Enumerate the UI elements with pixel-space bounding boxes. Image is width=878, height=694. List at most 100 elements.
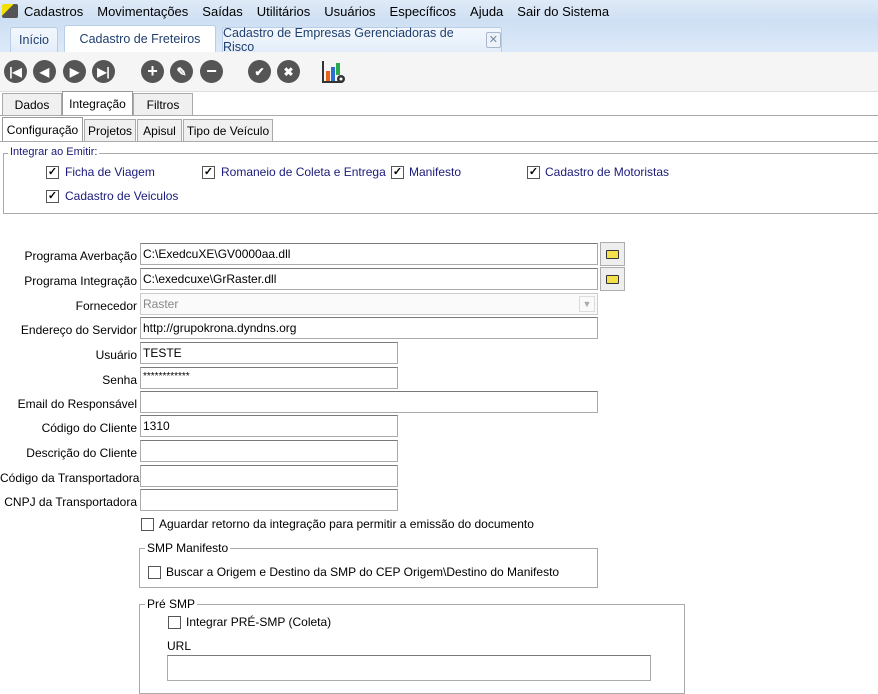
app-logo-icon <box>2 4 18 18</box>
codigo-cliente-label: Código do Cliente <box>41 421 137 435</box>
menu-usuarios[interactable]: Usuários <box>324 4 375 19</box>
chevron-down-icon[interactable]: ▼ <box>579 296 595 312</box>
descricao-cliente-label: Descrição do Cliente <box>26 446 137 460</box>
first-record-button[interactable]: |◀ <box>4 60 27 83</box>
email-label: Email do Responsável <box>17 397 137 411</box>
browse-averbacao-button[interactable] <box>600 242 625 266</box>
tab-inicio[interactable]: Início <box>10 27 58 52</box>
menu-especificos[interactable]: Específicos <box>390 4 456 19</box>
browse-integracao-button[interactable] <box>600 267 625 291</box>
menu-cadastros[interactable]: Cadastros <box>24 4 83 19</box>
check-icon: ✔ <box>254 64 265 79</box>
menu-sair[interactable]: Sair do Sistema <box>517 4 609 19</box>
menu-movimentacoes[interactable]: Movimentações <box>97 4 188 19</box>
plus-icon: + <box>147 61 158 81</box>
checkbox-label: Manifesto <box>409 165 462 179</box>
checkbox-label: Ficha de Viagem <box>65 165 155 179</box>
averbacao-label: Programa Averbação <box>24 249 137 263</box>
senha-input[interactable]: ************ <box>140 367 398 389</box>
menu-bar: Cadastros Movimentações Saídas Utilitári… <box>0 0 878 22</box>
tab-label: Início <box>19 33 49 47</box>
tab-integracao[interactable]: Integração <box>62 91 133 115</box>
tab-label: Configuração <box>6 122 79 137</box>
tab-cadastro-empresas[interactable]: Cadastro de Empresas Gerenciadoras de Ri… <box>222 26 502 54</box>
edit-button[interactable]: ✎ <box>170 60 193 83</box>
minus-icon: − <box>206 61 217 81</box>
email-input[interactable] <box>140 391 598 413</box>
tab-label: Cadastro de Freteiros <box>79 32 201 46</box>
integrar-ao-emitir-group <box>3 153 878 214</box>
descricao-cliente-input[interactable] <box>140 440 398 462</box>
ficha-viagem-checkbox[interactable]: ✓ <box>46 166 59 179</box>
url-input[interactable] <box>167 655 651 681</box>
confirm-button[interactable]: ✔ <box>248 60 271 83</box>
folder-icon <box>606 249 619 259</box>
remove-button[interactable]: − <box>200 60 223 83</box>
tab-dados[interactable]: Dados <box>2 93 62 115</box>
menu-saidas[interactable]: Saídas <box>202 4 242 19</box>
tab-projetos[interactable]: Projetos <box>84 119 136 141</box>
checkbox-label: Romaneio de Coleta e Entrega <box>221 165 386 179</box>
group-title: SMP Manifesto <box>145 541 231 555</box>
manifesto-checkbox[interactable]: ✓ <box>391 166 404 179</box>
prev-icon: ◀ <box>39 64 50 79</box>
senha-label: Senha <box>102 373 137 387</box>
codigo-cliente-input[interactable]: 1310 <box>140 415 398 437</box>
close-tab-icon[interactable]: ✕ <box>485 32 501 48</box>
codigo-transportadora-input[interactable] <box>140 465 398 487</box>
usuario-input[interactable]: TESTE <box>140 342 398 364</box>
menu-ajuda[interactable]: Ajuda <box>470 4 503 19</box>
cnpj-transportadora-label: CNPJ da Transportadora <box>4 495 137 509</box>
integrar-pre-smp-checkbox[interactable] <box>168 616 181 629</box>
integracao-label: Programa Integração <box>24 274 137 288</box>
integracao-input[interactable]: C:\exedcuxe\GrRaster.dll <box>140 268 598 290</box>
tab-label: Cadastro de Empresas Gerenciadoras de Ri… <box>223 26 454 54</box>
servidor-input[interactable]: http://grupokrona.dyndns.org <box>140 317 598 339</box>
cnpj-transportadora-input[interactable] <box>140 489 398 511</box>
folder-icon <box>606 274 619 284</box>
tab-cadastro-freteiros[interactable]: Cadastro de Freteiros <box>64 25 216 52</box>
prev-record-button[interactable]: ◀ <box>33 60 56 83</box>
menu-utilitarios[interactable]: Utilitários <box>257 4 310 19</box>
last-icon: ▶| <box>97 64 110 79</box>
tab-filtros[interactable]: Filtros <box>133 93 193 115</box>
chart-gear-icon <box>322 61 345 83</box>
document-tabs: Início Cadastro de Freteiros Cadastro de… <box>0 22 878 54</box>
tab-label: Apisul <box>143 123 176 138</box>
toolbar: |◀ ◀ ▶ ▶| + ✎ − ✔ ✖ <box>0 52 878 92</box>
report-button[interactable] <box>322 60 346 84</box>
x-icon: ✖ <box>283 64 294 79</box>
checkbox-label: Aguardar retorno da integração para perm… <box>159 517 534 531</box>
aguardar-retorno-checkbox[interactable] <box>141 518 154 531</box>
first-icon: |◀ <box>9 64 22 79</box>
add-button[interactable]: + <box>141 60 164 83</box>
cancel-button[interactable]: ✖ <box>277 60 300 83</box>
checkbox-label: Buscar a Origem e Destino da SMP do CEP … <box>166 565 560 579</box>
checkbox-label: Cadastro de Veiculos <box>65 189 179 203</box>
tab-apisul[interactable]: Apisul <box>137 119 182 141</box>
checkbox-label: Integrar PRÉ-SMP (Coleta) <box>186 615 332 629</box>
codigo-transportadora-label: Código da Transportadora <box>0 471 140 485</box>
fornecedor-select[interactable]: Raster ▼ <box>140 293 598 315</box>
last-record-button[interactable]: ▶| <box>92 60 115 83</box>
url-label: URL <box>167 639 192 653</box>
tab-label: Filtros <box>146 97 180 112</box>
fornecedor-value: Raster <box>143 297 179 311</box>
tab-configuracao[interactable]: Configuração <box>2 117 83 141</box>
servidor-label: Endereço do Servidor <box>20 323 137 337</box>
group-title: Pré SMP <box>145 597 198 611</box>
tab-label: Dados <box>14 97 50 112</box>
fornecedor-label: Fornecedor <box>75 299 137 313</box>
usuario-label: Usuário <box>95 348 137 362</box>
cadastro-veiculos-checkbox[interactable]: ✓ <box>46 190 59 203</box>
buscar-origem-checkbox[interactable] <box>148 566 161 579</box>
pencil-icon: ✎ <box>176 64 187 79</box>
tab-tipo-veiculo[interactable]: Tipo de Veículo <box>183 119 273 141</box>
romaneio-checkbox[interactable]: ✓ <box>202 166 215 179</box>
averbacao-input[interactable]: C:\ExedcuXE\GV0000aa.dll <box>140 243 598 265</box>
next-icon: ▶ <box>69 64 80 79</box>
cadastro-motoristas-checkbox[interactable]: ✓ <box>527 166 540 179</box>
next-record-button[interactable]: ▶ <box>63 60 86 83</box>
group-title: Integrar ao Emitir: <box>8 146 100 158</box>
checkbox-label: Cadastro de Motoristas <box>545 165 670 179</box>
